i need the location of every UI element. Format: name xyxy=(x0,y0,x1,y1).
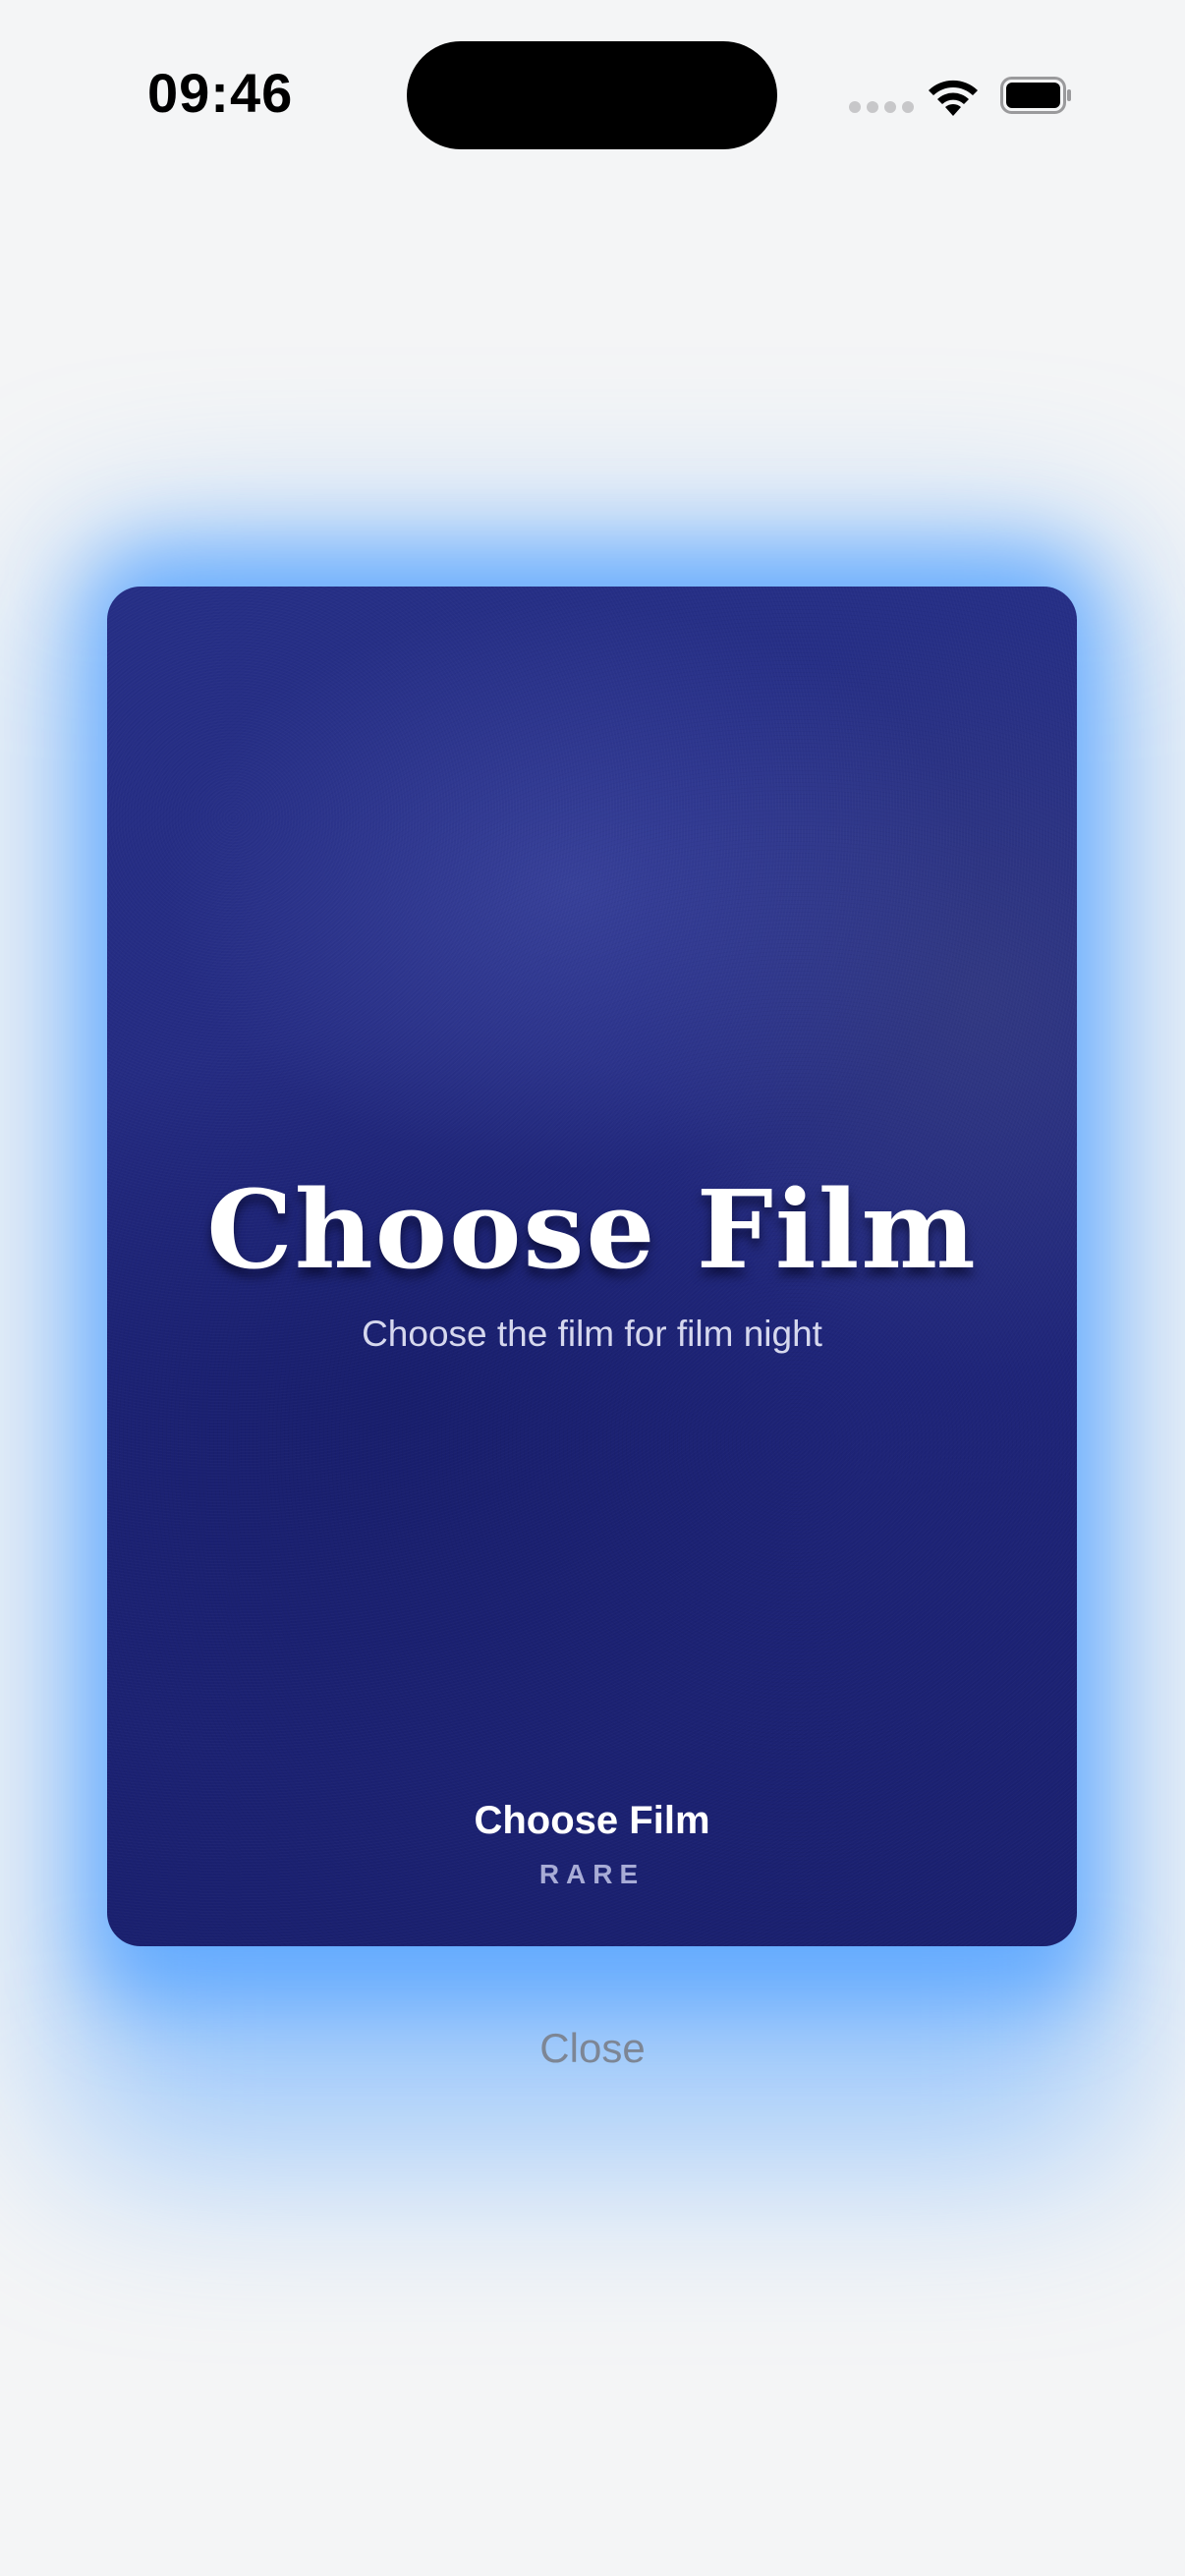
card-title: Choose Film xyxy=(206,1166,978,1293)
film-card[interactable]: Choose Film Choose the film for film nig… xyxy=(107,587,1077,1946)
wifi-icon xyxy=(929,80,978,116)
card-reveal-screen: 09:46 Choose Film Choose the film for fi… xyxy=(0,0,1185,2576)
dynamic-island xyxy=(407,41,777,149)
card-subtitle: Choose the film for film night xyxy=(362,1314,822,1354)
close-button[interactable]: Close xyxy=(445,2014,740,2083)
card-rarity-label: RARE xyxy=(538,1859,646,1889)
status-time: 09:46 xyxy=(147,62,294,124)
battery-icon xyxy=(1000,77,1071,114)
card-name: Choose Film xyxy=(474,1799,710,1842)
cellular-signal-icon xyxy=(849,101,914,113)
